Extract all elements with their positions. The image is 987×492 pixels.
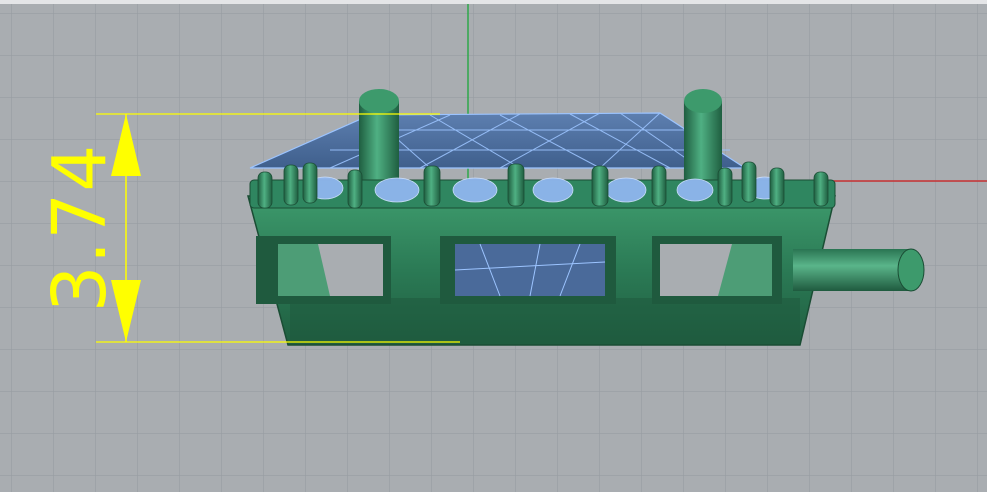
3d-viewport[interactable]: 3.74 — [0, 0, 987, 492]
tall-prong-right[interactable] — [684, 89, 722, 181]
gallery-window-left — [256, 236, 391, 304]
gallery-window-right — [652, 236, 782, 304]
viewport-scene — [96, 4, 987, 346]
side-bar[interactable] — [793, 248, 925, 292]
gallery-window-center — [440, 236, 616, 304]
tall-prong-left[interactable] — [359, 89, 399, 181]
gemstone[interactable] — [249, 112, 748, 169]
dimension-value: 3.74 — [37, 143, 123, 313]
